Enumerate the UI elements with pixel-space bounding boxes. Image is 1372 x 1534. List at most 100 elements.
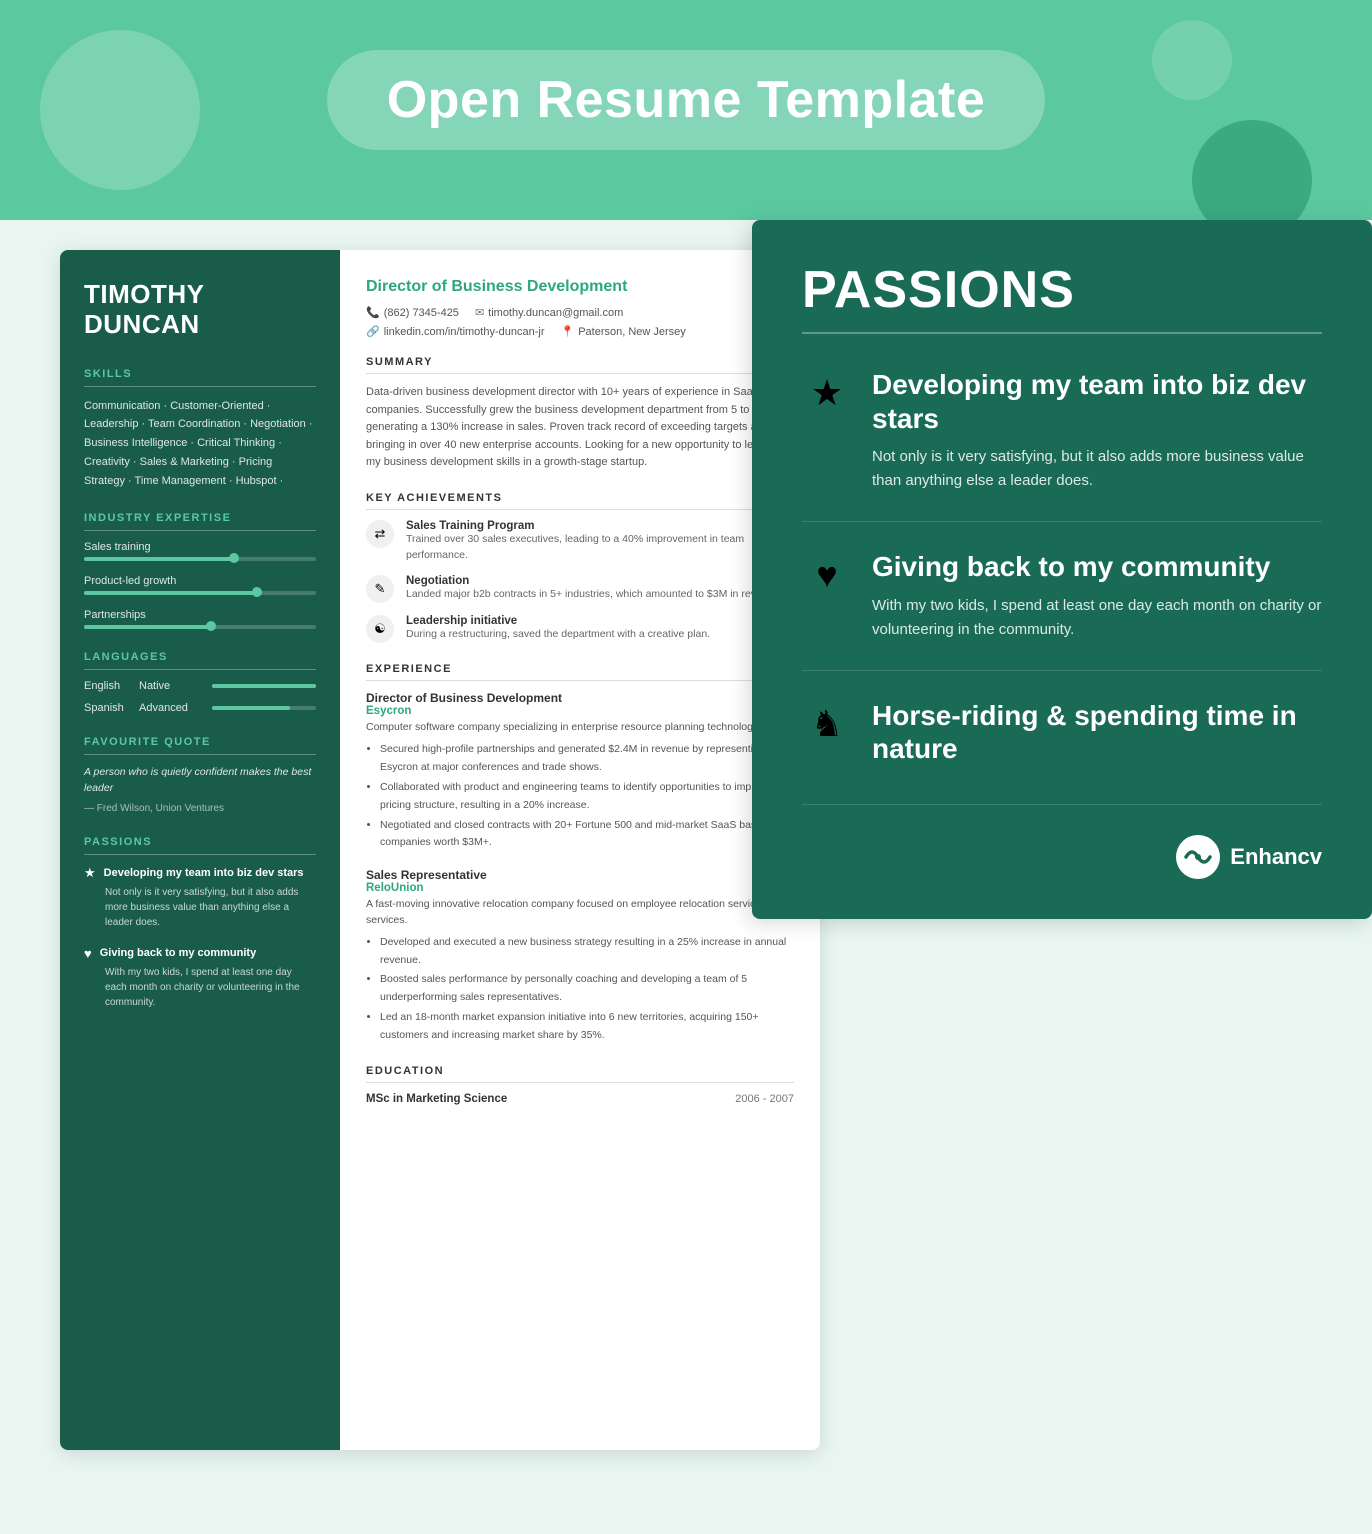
expertise-label: Partnerships xyxy=(84,609,316,621)
edu-year: 2006 - 2007 xyxy=(735,1093,794,1105)
expertise-label: Product-led growth xyxy=(84,575,316,587)
skills-section: SKILLS Communication · Customer-Oriented… xyxy=(84,368,316,490)
languages-title: LANGUAGES xyxy=(84,651,316,670)
industry-expertise-section: INDUSTRY EXPERTISE Sales training Produc… xyxy=(84,512,316,629)
achievement-desc: Trained over 30 sales executives, leadin… xyxy=(406,532,794,564)
header-decoration-right2 xyxy=(1152,20,1232,100)
exp-bullets: Secured high-profile partnerships and ge… xyxy=(366,741,794,852)
achievement-title: Negotiation xyxy=(406,575,794,587)
edu-degree: MSc in Marketing Science xyxy=(366,1093,507,1105)
exp-desc: Computer software company specializing i… xyxy=(366,720,794,736)
contact-phone: 📞 (862) 7345-425 xyxy=(366,306,459,319)
language-bar-bg xyxy=(212,706,316,710)
exp-bullets: Developed and executed a new business st… xyxy=(366,934,794,1045)
passions-panel: PASSIONS ★ Developing my team into biz d… xyxy=(752,220,1372,919)
passion-desc: Not only is it very satisfying, but it a… xyxy=(84,885,316,930)
achievement-desc: During a restructuring, saved the depart… xyxy=(406,627,794,643)
enhancv-logo: Enhancv xyxy=(802,835,1322,879)
achievement-desc: Landed major b2b contracts in 5+ industr… xyxy=(406,587,794,603)
passion-big-title: Horse-riding & spending time in nature xyxy=(872,699,1322,766)
expertise-bar-fill xyxy=(84,557,235,561)
skills-content: Communication · Customer-Oriented · Lead… xyxy=(84,397,316,490)
page-title: Open Resume Template xyxy=(387,70,986,130)
experience-section: EXPERIENCE Director of Business Developm… xyxy=(366,663,794,1044)
location-icon: 📍 xyxy=(561,325,575,338)
language-item-spanish: Spanish Advanced xyxy=(84,702,316,714)
star-icon: ★ xyxy=(84,865,96,881)
achievement-icon: ✎ xyxy=(366,575,394,603)
passion-sidebar-item-2: ♥ Giving back to my community With my tw… xyxy=(84,946,316,1010)
experience-title: EXPERIENCE xyxy=(366,663,794,681)
passion-big-item-2: ♥ Giving back to my community With my tw… xyxy=(802,522,1322,671)
achievements-section: KEY ACHIEVEMENTS ⇄ Sales Training Progra… xyxy=(366,492,794,644)
expertise-bar-bg xyxy=(84,557,316,561)
exp-desc: A fast-moving innovative relocation comp… xyxy=(366,897,794,929)
quote-author: — Fred Wilson, Union Ventures xyxy=(84,803,316,814)
passion-big-content: Horse-riding & spending time in nature xyxy=(872,699,1322,776)
exp-bullet: Negotiated and closed contracts with 20+… xyxy=(380,817,794,853)
contact-location: 📍 Paterson, New Jersey xyxy=(561,325,686,338)
passion-big-title: Giving back to my community xyxy=(872,550,1322,584)
email-icon: ✉ xyxy=(475,306,484,319)
exp-bullet: Boosted sales performance by personally … xyxy=(380,971,794,1007)
passion-big-item-1: ★ Developing my team into biz dev stars … xyxy=(802,340,1322,522)
resume-name: TIMOTHY DUNCAN xyxy=(84,280,316,340)
summary-title: SUMMARY xyxy=(366,356,794,374)
exp-job-title: Sales Representative xyxy=(366,868,794,882)
resume-sidebar: TIMOTHY DUNCAN SKILLS Communication · Cu… xyxy=(60,250,340,1450)
passion-sidebar-item-1: ★ Developing my team into biz dev stars … xyxy=(84,865,316,930)
resume-main: Director of Business Development 📞 (862)… xyxy=(340,250,820,1450)
expertise-bar-fill xyxy=(84,625,212,629)
achievement-title: Sales Training Program xyxy=(406,520,794,532)
language-bar-fill xyxy=(212,684,316,688)
passion-big-desc: Not only is it very satisfying, but it a… xyxy=(872,445,1322,493)
contact-email: ✉ timothy.duncan@gmail.com xyxy=(475,306,623,319)
quote-section: FAVOURITE QUOTE A person who is quietly … xyxy=(84,736,316,814)
language-name: Spanish xyxy=(84,702,139,714)
passion-title: Giving back to my community xyxy=(100,947,256,959)
expertise-item: Sales training xyxy=(84,541,316,561)
achievement-item-1: ⇄ Sales Training Program Trained over 30… xyxy=(366,520,794,564)
passions-sidebar-section: PASSIONS ★ Developing my team into biz d… xyxy=(84,836,316,1010)
header-section: Open Resume Template xyxy=(0,0,1372,220)
education-section: EDUCATION MSc in Marketing Science 2006 … xyxy=(366,1065,794,1105)
achievement-content: Negotiation Landed major b2b contracts i… xyxy=(406,575,794,603)
resume-card: TIMOTHY DUNCAN SKILLS Communication · Cu… xyxy=(60,250,820,1450)
expertise-label: Sales training xyxy=(84,541,316,553)
language-bar-fill xyxy=(212,706,290,710)
education-row: MSc in Marketing Science 2006 - 2007 xyxy=(366,1093,794,1105)
enhancv-icon xyxy=(1176,835,1220,879)
phone-icon: 📞 xyxy=(366,306,380,319)
language-level: Advanced xyxy=(139,702,204,714)
passion-header: ★ Developing my team into biz dev stars xyxy=(84,865,316,881)
achievement-item-3: ☯ Leadership initiative During a restruc… xyxy=(366,615,794,643)
summary-text: Data-driven business development directo… xyxy=(366,384,794,472)
achievement-title: Leadership initiative xyxy=(406,615,794,627)
chess-big-icon: ♞ xyxy=(802,703,852,745)
passions-panel-title: PASSIONS xyxy=(802,260,1322,334)
exp-company: Esycron xyxy=(366,705,794,717)
exp-bullet: Developed and executed a new business st… xyxy=(380,934,794,970)
contact-linkedin: 🔗 linkedin.com/in/timothy-duncan-jr xyxy=(366,325,545,338)
passion-big-title: Developing my team into biz dev stars xyxy=(872,368,1322,435)
passion-desc: With my two kids, I spend at least one d… xyxy=(84,965,316,1010)
exp-bullet: Secured high-profile partnerships and ge… xyxy=(380,741,794,777)
education-title: EDUCATION xyxy=(366,1065,794,1083)
languages-section: LANGUAGES English Native Spanish Advance… xyxy=(84,651,316,714)
passion-big-content: Developing my team into biz dev stars No… xyxy=(872,368,1322,493)
achievement-icon: ⇄ xyxy=(366,520,394,548)
quote-title: FAVOURITE QUOTE xyxy=(84,736,316,755)
passion-header: ♥ Giving back to my community xyxy=(84,946,316,961)
exp-item-1: Director of Business Development Esycron… xyxy=(366,691,794,852)
linkedin-icon: 🔗 xyxy=(366,325,380,338)
language-name: English xyxy=(84,680,139,692)
summary-section: SUMMARY Data-driven business development… xyxy=(366,356,794,472)
expertise-item: Product-led growth xyxy=(84,575,316,595)
achievement-item-2: ✎ Negotiation Landed major b2b contracts… xyxy=(366,575,794,603)
exp-bullet: Collaborated with product and engineerin… xyxy=(380,779,794,815)
passion-big-item-3: ♞ Horse-riding & spending time in nature xyxy=(802,671,1322,805)
quote-text: A person who is quietly confident makes … xyxy=(84,765,316,797)
enhancv-text: Enhancv xyxy=(1230,844,1322,870)
header-decoration-left xyxy=(40,30,200,190)
language-bar-bg xyxy=(212,684,316,688)
